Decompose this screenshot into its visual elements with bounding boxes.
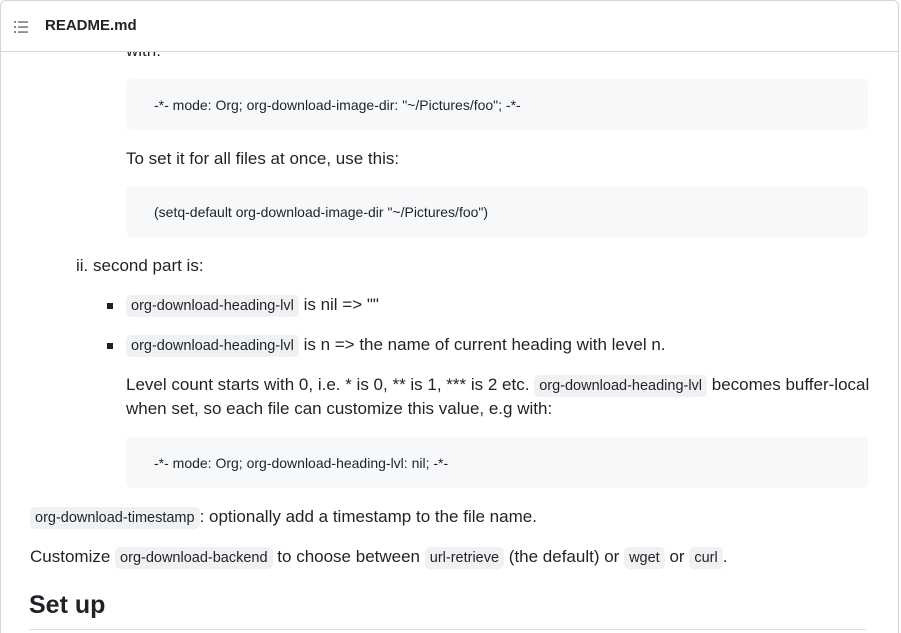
paragraph-level-count-line2: when set, so each file can customize thi… [126,399,553,418]
paragraph-text: Customize [30,547,111,566]
file-header: README.md [1,1,898,52]
inline-code: org-download-heading-lvl [126,335,299,357]
paragraph-text: . [722,547,728,566]
code-block-text: -*- mode: Org; org-download-heading-lvl:… [154,454,449,471]
paragraph-text: Level count starts with 0, i.e. * is 0, … [126,375,530,394]
code-block-mode-line: -*- mode: Org; org-download-image-dir: "… [126,79,868,130]
code-block-text: -*- mode: Org; org-download-image-dir: "… [154,96,521,113]
readme-content: with: -*- mode: Org; org-download-image-… [1,1,898,633]
paragraph-backend: Customize org-download-backend to choose… [30,547,728,569]
paragraph-text: to choose between [277,547,421,566]
code-block-heading-lvl: -*- mode: Org; org-download-heading-lvl:… [126,437,868,488]
heading-divider [29,629,866,630]
list-item-text: is n => the name of current heading with… [303,335,666,354]
paragraph-text: or [669,547,685,566]
list-item-ii: ii. second part is: [76,256,204,275]
inline-code: wget [624,547,665,569]
code-block-text: (setq-default org-download-image-dir "~/… [154,203,489,220]
paragraph-text: becomes buffer-local [711,375,870,394]
inline-code: curl [689,547,723,569]
list-item-text: is nil => "" [303,295,379,314]
inline-code: org-download-heading-lvl [126,295,299,317]
readme-frame: with: -*- mode: Org; org-download-image-… [0,0,899,633]
setup-heading: Set up [29,591,106,619]
inline-code: url-retrieve [424,547,505,569]
paragraph-timestamp: org-download-timestamp: optionally add a… [30,507,537,529]
list-item-heading-nil: org-download-heading-lvl is nil => "" [126,295,379,317]
paragraph-level-count: Level count starts with 0, i.e. * is 0, … [126,375,870,397]
code-block-setq: (setq-default org-download-image-dir "~/… [126,186,868,237]
paragraph-all-files: To set it for all files at once, use thi… [126,149,400,168]
paragraph-text: : optionally add a timestamp to the file… [199,507,537,526]
bullet-marker [107,343,113,349]
list-item-heading-n: org-download-heading-lvl is n => the nam… [126,335,666,357]
inline-code: org-download-heading-lvl [534,375,708,397]
paragraph-text: (the default) or [508,547,620,566]
inline-code: org-download-timestamp [30,507,200,529]
file-title: README.md [45,17,137,34]
inline-code: org-download-backend [115,547,273,569]
bullet-marker [107,303,113,309]
list-unordered-icon[interactable] [13,19,29,35]
